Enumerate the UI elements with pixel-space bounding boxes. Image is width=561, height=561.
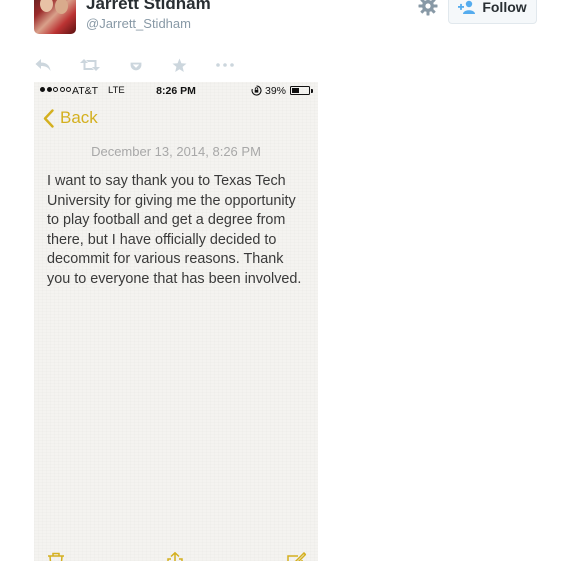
back-label: Back [60,108,98,127]
chevron-left-icon [43,108,54,128]
avatar[interactable] [34,0,76,34]
note-body[interactable]: I want to say thank you to Texas Tech Un… [47,172,309,290]
rotation-lock-icon [251,85,262,96]
status-bar: AT&T LTE 8:26 PM 39% [34,82,318,100]
battery-percent: 39% [265,85,287,97]
retweet-icon[interactable] [79,56,101,74]
back-button[interactable]: Back [43,108,98,128]
note-date: December 13, 2014, 8:26 PM [91,144,261,159]
add-user-icon [458,0,476,14]
reply-icon[interactable] [34,56,52,74]
battery-level [292,88,299,93]
follow-button[interactable]: Follow [448,0,537,24]
battery-icon [290,86,313,95]
gear-icon[interactable] [418,0,438,16]
display-name[interactable]: Jarrett Stidham [86,0,211,14]
follow-label: Follow [482,0,527,15]
more-icon[interactable] [215,56,235,74]
trash-icon[interactable] [47,552,65,561]
compose-icon[interactable] [286,552,306,561]
share-icon[interactable] [166,552,184,561]
favorite-icon[interactable] [128,56,144,74]
star-icon[interactable] [171,56,187,74]
screen-name[interactable]: @Jarrett_Stidham [86,16,191,31]
phone-screenshot: AT&T LTE 8:26 PM 39% Back December 13, 2… [34,82,318,561]
